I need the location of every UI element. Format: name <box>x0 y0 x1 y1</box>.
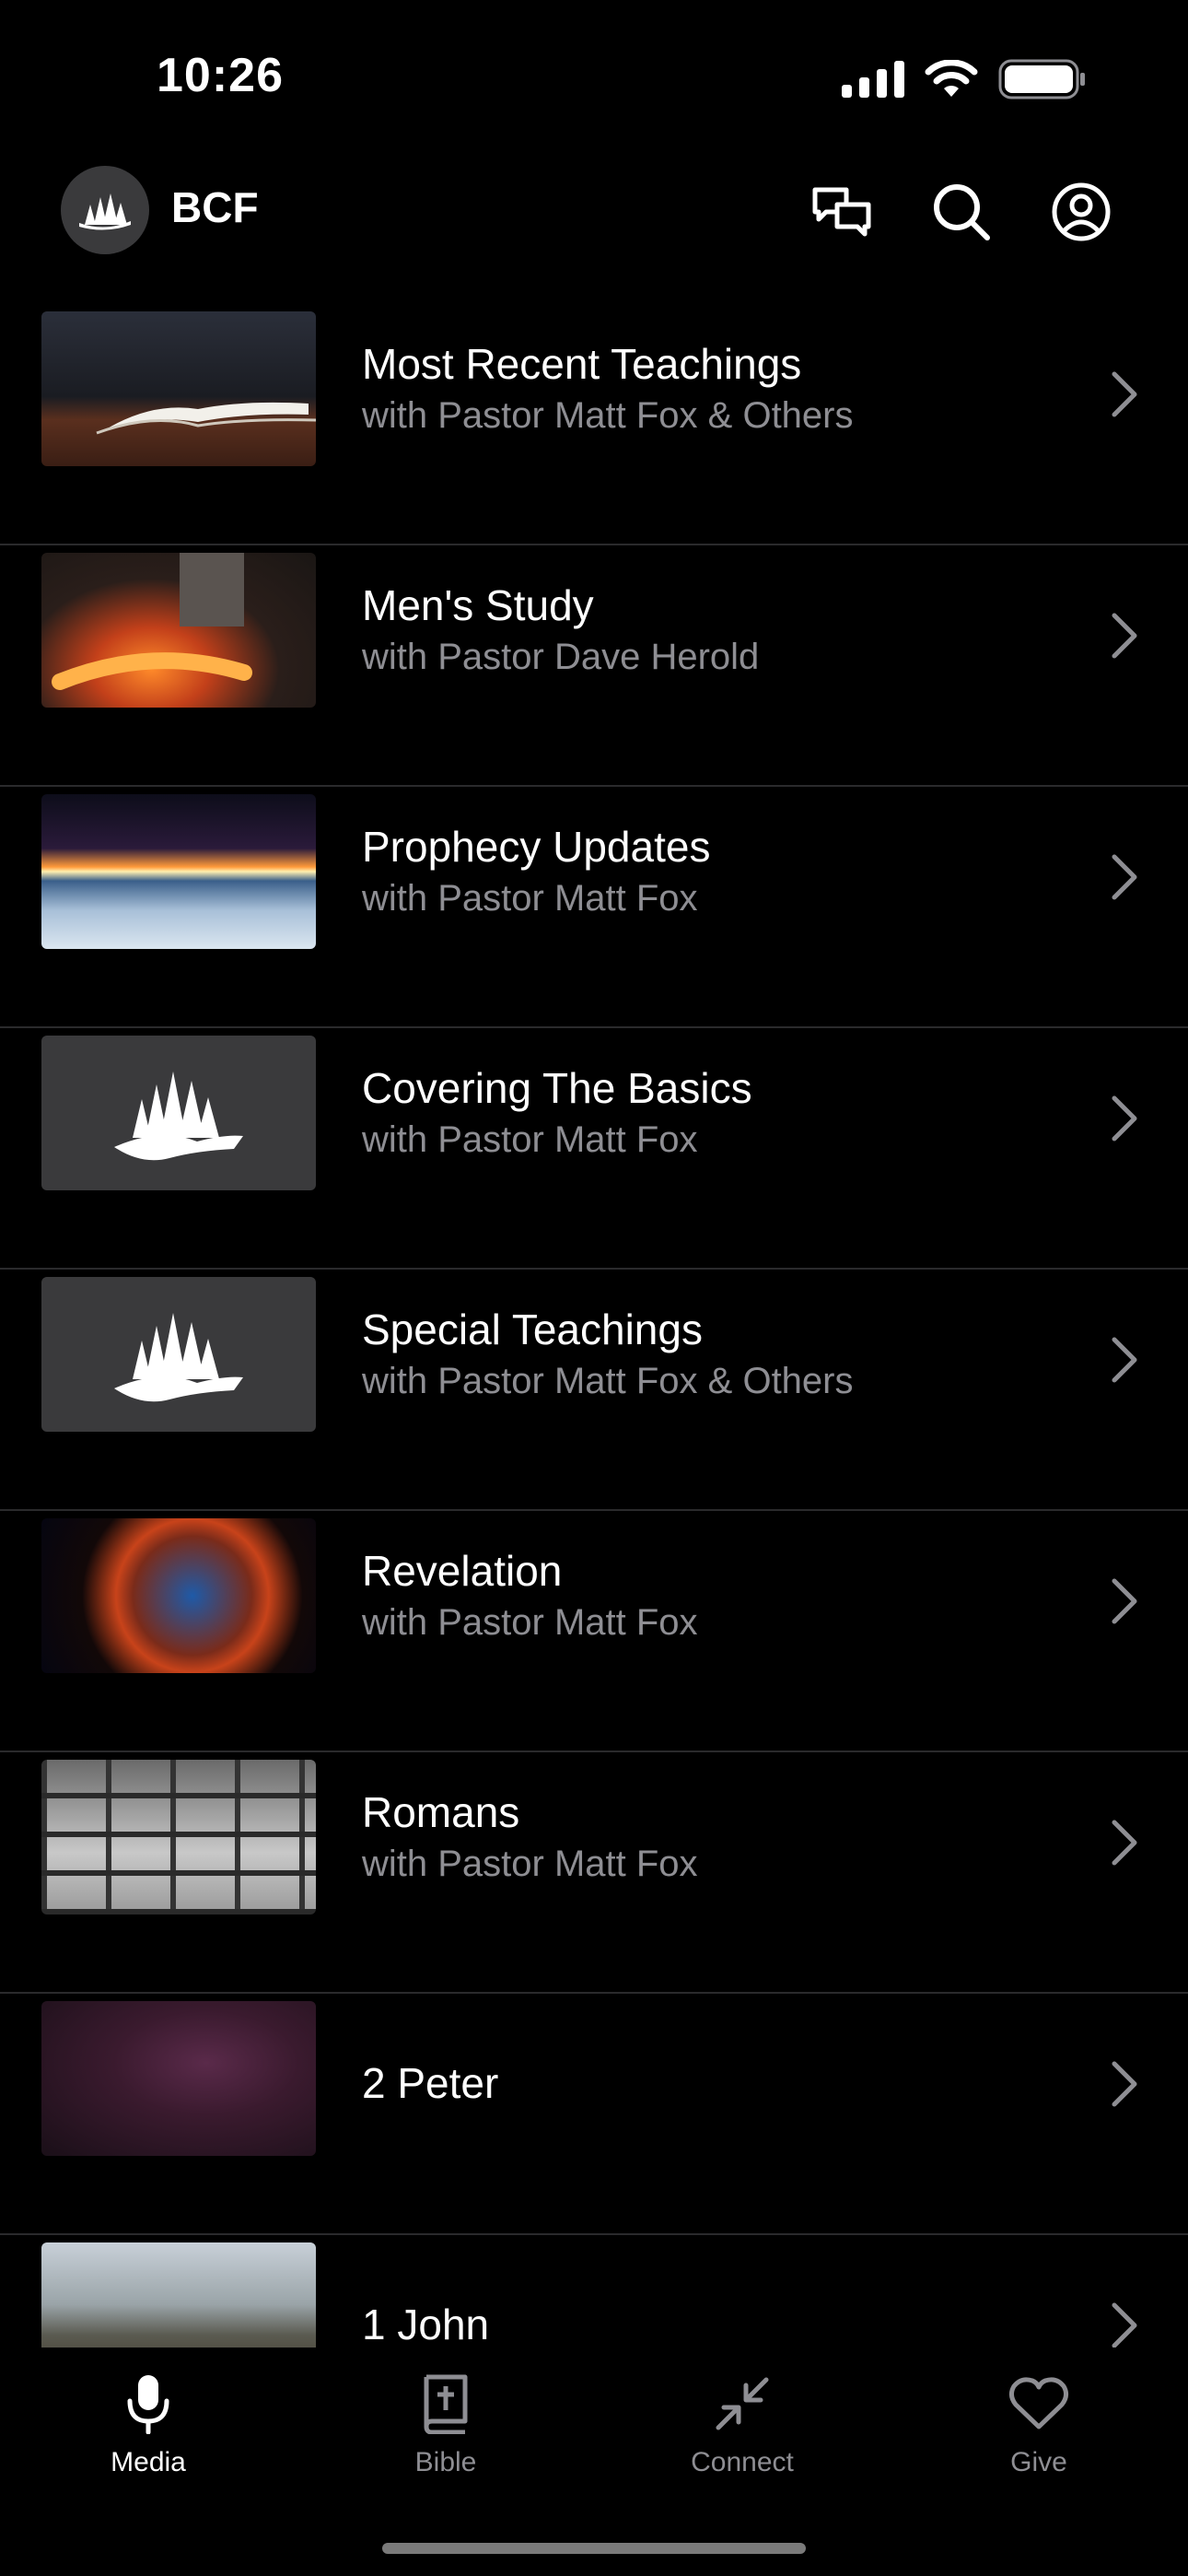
search-button[interactable] <box>928 179 995 245</box>
list-item-title: Most Recent Teachings <box>362 340 802 388</box>
chevron-right-icon <box>1112 2061 1137 2107</box>
tab-media[interactable]: Media <box>56 2368 240 2478</box>
status-bar: 10:26 <box>0 0 1188 157</box>
tab-label: Connect <box>691 2447 794 2477</box>
tab-connect[interactable]: Connect <box>650 2368 834 2478</box>
chevron-right-icon <box>1112 1820 1137 1866</box>
list-item[interactable]: Covering The Basics with Pastor Matt Fox <box>0 1028 1188 1270</box>
series-thumbnail <box>41 311 316 466</box>
tab-bible[interactable]: Bible <box>354 2368 538 2478</box>
list-item-title: Covering The Basics <box>362 1064 752 1112</box>
tab-label: Media <box>111 2447 186 2477</box>
list-item-text: Special Teachings with Pastor Matt Fox &… <box>362 1303 1041 1406</box>
account-icon <box>1052 182 1111 241</box>
list-item-title: Special Teachings <box>362 1306 703 1353</box>
list-item[interactable]: Revelation with Pastor Matt Fox <box>0 1511 1188 1752</box>
media-series-list: Most Recent Teachings with Pastor Matt F… <box>0 304 1188 2348</box>
status-time: 10:26 <box>157 49 284 102</box>
search-icon <box>934 184 990 240</box>
heart-icon <box>1008 2377 1069 2430</box>
list-item-text: Revelation with Pastor Matt Fox <box>362 1544 1041 1647</box>
list-item-title: Romans <box>362 1788 520 1836</box>
cellular-signal-icon <box>842 61 904 98</box>
header-actions <box>809 179 1114 245</box>
list-item[interactable]: Romans with Pastor Matt Fox <box>0 1752 1188 1994</box>
series-thumbnail <box>41 1518 316 1673</box>
list-item-subtitle: with Pastor Matt Fox & Others <box>362 1361 854 1401</box>
list-item-title: 2 Peter <box>362 2059 499 2107</box>
battery-icon <box>998 59 1085 100</box>
app-header: BCF <box>0 157 1188 304</box>
account-button[interactable] <box>1048 179 1114 245</box>
chevron-right-icon <box>1112 613 1137 659</box>
chevron-right-icon <box>1112 1337 1137 1383</box>
series-thumbnail <box>41 2242 316 2348</box>
series-thumbnail <box>41 794 316 949</box>
list-item-text: Men's Study with Pastor Dave Herold <box>362 579 1041 682</box>
status-icons <box>842 57 1087 101</box>
list-item-text: 1 John <box>362 2298 1041 2348</box>
app-name: BCF <box>171 183 259 231</box>
list-item-title: Men's Study <box>362 581 594 629</box>
list-item-title: Prophecy Updates <box>362 823 711 871</box>
list-item-text: Romans with Pastor Matt Fox <box>362 1786 1041 1889</box>
list-item[interactable]: Special Teachings with Pastor Matt Fox &… <box>0 1270 1188 1511</box>
tab-label: Bible <box>414 2447 477 2477</box>
bcf-trees-logo-icon <box>114 1313 243 1402</box>
list-item[interactable]: Men's Study with Pastor Dave Herold <box>0 545 1188 787</box>
bcf-trees-logo-icon <box>61 166 149 254</box>
series-thumbnail <box>41 1036 316 1190</box>
connect-arrows-icon <box>716 2377 769 2430</box>
chat-icon <box>812 187 871 237</box>
list-item[interactable]: Prophecy Updates with Pastor Matt Fox <box>0 787 1188 1028</box>
list-item-subtitle: with Pastor Matt Fox <box>362 1602 698 1643</box>
list-item-title: 1 John <box>362 2301 490 2348</box>
list-item-subtitle: with Pastor Matt Fox <box>362 878 698 919</box>
list-item[interactable]: Most Recent Teachings with Pastor Matt F… <box>0 304 1188 545</box>
series-thumbnail <box>41 1760 316 1914</box>
list-item-title: Revelation <box>362 1547 563 1595</box>
chevron-right-icon <box>1112 854 1137 900</box>
bible-icon <box>424 2374 468 2434</box>
list-item-text: Covering The Basics with Pastor Matt Fox <box>362 1061 1041 1165</box>
chevron-right-icon <box>1112 371 1137 417</box>
series-thumbnail <box>41 2001 316 2156</box>
tab-give[interactable]: Give <box>947 2368 1131 2478</box>
list-item-subtitle: with Pastor Dave Herold <box>362 637 760 677</box>
series-thumbnail <box>41 553 316 708</box>
home-indicator[interactable] <box>382 2543 806 2554</box>
tab-bar: Media Bible Connect Give <box>0 2348 1188 2576</box>
chevron-right-icon <box>1112 2302 1137 2348</box>
tab-label: Give <box>1010 2447 1067 2477</box>
list-item[interactable]: 1 John <box>0 2235 1188 2348</box>
list-item-text: Prophecy Updates with Pastor Matt Fox <box>362 820 1041 923</box>
chevron-right-icon <box>1112 1095 1137 1142</box>
list-item-text: 2 Peter <box>362 2056 1041 2110</box>
list-item-subtitle: with Pastor Matt Fox <box>362 1119 698 1160</box>
list-item-text: Most Recent Teachings with Pastor Matt F… <box>362 337 1041 440</box>
wifi-icon <box>925 60 978 97</box>
list-item-subtitle: with Pastor Matt Fox <box>362 1844 698 1884</box>
chat-button[interactable] <box>809 179 875 245</box>
series-thumbnail <box>41 1277 316 1432</box>
bcf-trees-logo-icon <box>114 1071 243 1161</box>
microphone-icon <box>127 2375 169 2434</box>
chevron-right-icon <box>1112 1578 1137 1624</box>
list-item[interactable]: 2 Peter <box>0 1994 1188 2235</box>
list-item-subtitle: with Pastor Matt Fox & Others <box>362 395 854 436</box>
